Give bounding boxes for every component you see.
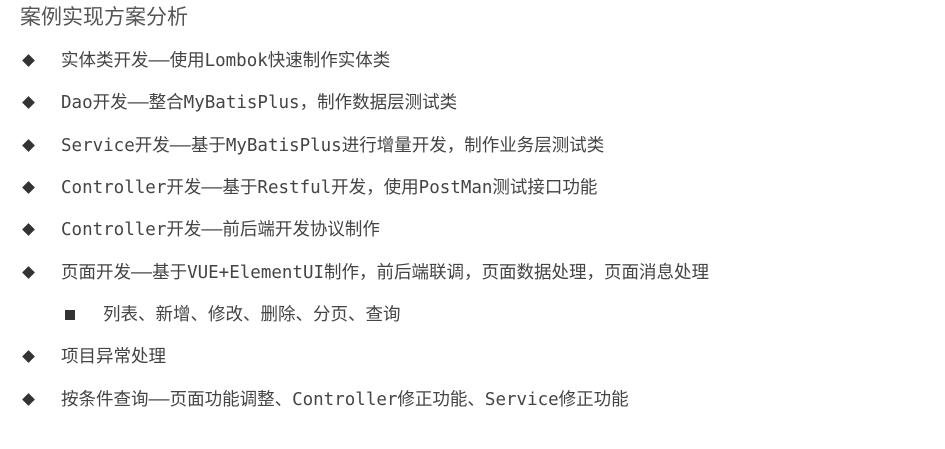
list-item: Service开发——基于MyBatisPlus进行增量开发，制作业务层测试类: [0, 125, 945, 167]
bullet-list: 实体类开发——使用Lombok快速制作实体类 Dao开发——整合MyBatisP…: [0, 40, 945, 421]
list-item: Controller开发——前后端开发协议制作: [0, 209, 945, 251]
sub-list-item: 列表、新增、修改、删除、分页、查询: [0, 294, 945, 336]
list-item-text: 按条件查询——页面功能调整、Controller修正功能、Service修正功能: [61, 389, 629, 410]
diamond-bullet-icon: [22, 181, 35, 194]
list-item-text: Controller开发——前后端开发协议制作: [61, 220, 380, 241]
list-item: 项目异常处理: [0, 336, 945, 378]
list-item: 按条件查询——页面功能调整、Controller修正功能、Service修正功能: [0, 378, 945, 420]
list-item-text: Dao开发——整合MyBatisPlus，制作数据层测试类: [61, 93, 458, 114]
page-title: 案例实现方案分析: [20, 5, 188, 29]
list-item: 页面开发——基于VUE+ElementUI制作，前后端联调，页面数据处理，页面消…: [0, 251, 945, 293]
list-item-text: 项目异常处理: [61, 347, 166, 368]
list-item-text: 实体类开发——使用Lombok快速制作实体类: [61, 51, 391, 72]
diamond-bullet-icon: [22, 54, 35, 68]
list-item-text: Service开发——基于MyBatisPlus进行增量开发，制作业务层测试类: [61, 135, 605, 156]
square-bullet-icon: [65, 309, 75, 320]
list-item-text: 页面开发——基于VUE+ElementUI制作，前后端联调，页面数据处理，页面消…: [61, 262, 710, 283]
diamond-bullet-icon: [22, 350, 35, 364]
diamond-bullet-icon: [22, 392, 35, 406]
list-item-text: Controller开发——基于Restful开发，使用PostMan测试接口功…: [61, 178, 598, 199]
diamond-bullet-icon: [22, 96, 35, 110]
list-item: Dao开发——整合MyBatisPlus，制作数据层测试类: [0, 82, 945, 124]
diamond-bullet-icon: [22, 265, 35, 279]
sub-list-item-text: 列表、新增、修改、删除、分页、查询: [103, 304, 401, 325]
diamond-bullet-icon: [22, 223, 35, 237]
diamond-bullet-icon: [22, 138, 35, 152]
list-item: Controller开发——基于Restful开发，使用PostMan测试接口功…: [0, 167, 945, 209]
list-item: 实体类开发——使用Lombok快速制作实体类: [0, 40, 945, 82]
